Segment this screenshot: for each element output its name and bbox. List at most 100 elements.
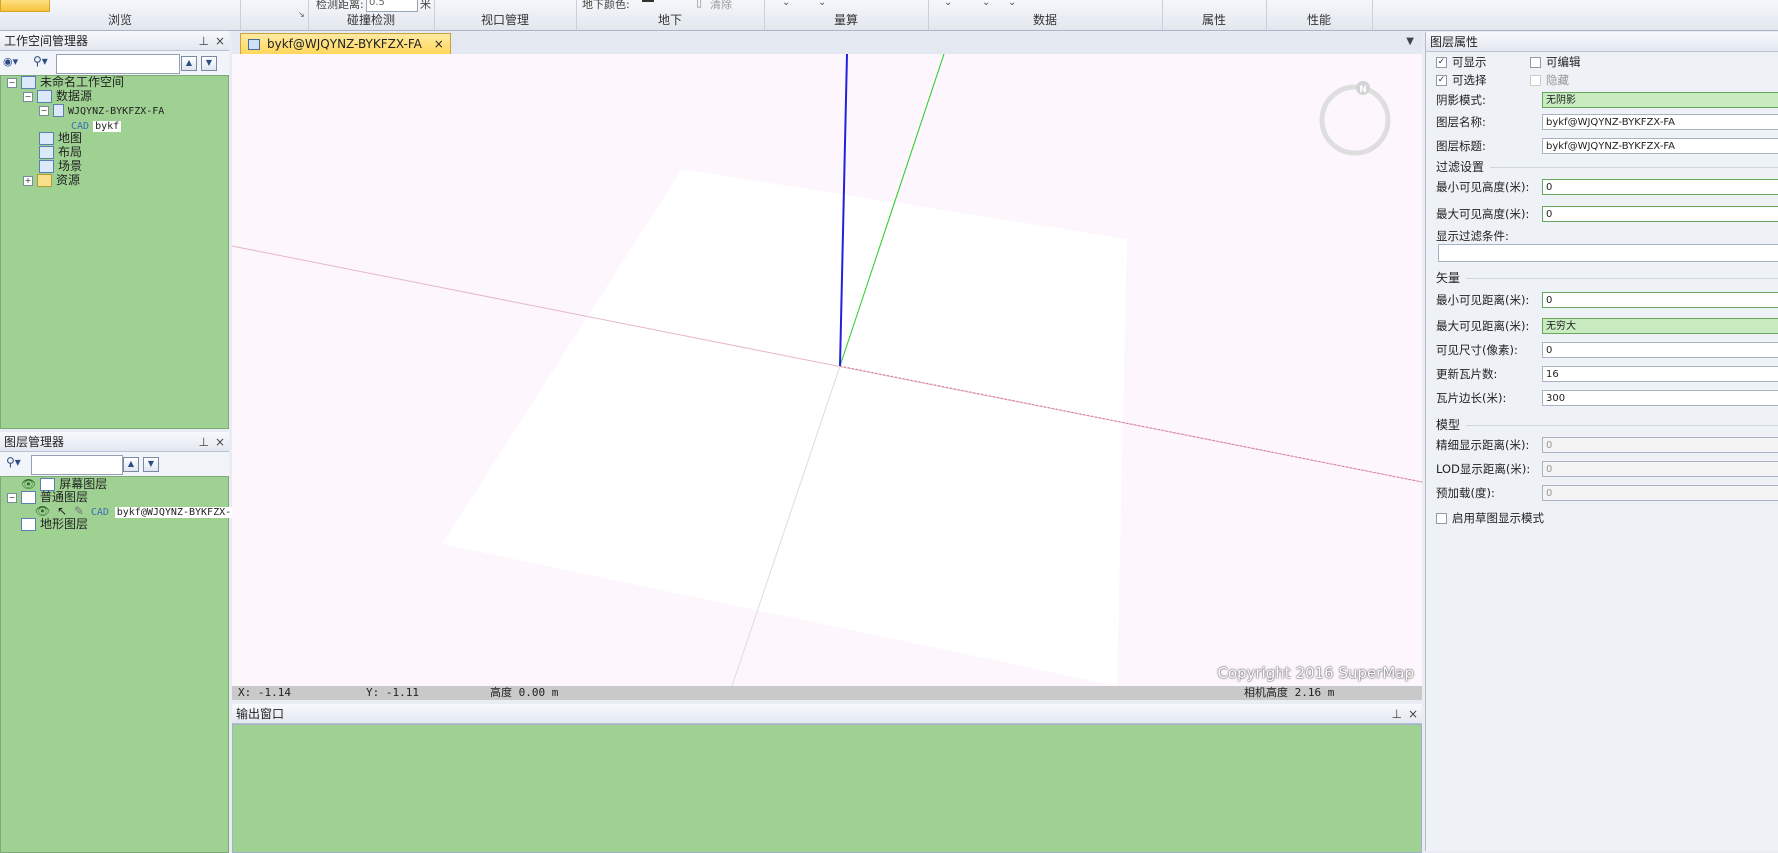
properties-panel: 图层属性 ✓ 可显示 可编辑 ✓ 可选择 隐藏 阴影模式: 无阴影 图层名称: by… (1425, 32, 1778, 851)
search-down-button[interactable]: ▼ (201, 56, 217, 71)
editable-checkbox-row[interactable]: 可编辑 (1530, 52, 1581, 72)
min-visible-distance-input[interactable]: 0 (1542, 292, 1778, 308)
tree-item-resources[interactable]: + 资源 (23, 173, 80, 188)
hidden-checkbox[interactable] (1530, 75, 1541, 86)
selectable-checkbox[interactable]: ✓ (1436, 75, 1447, 86)
workspace-search-input[interactable] (56, 54, 180, 74)
max-visible-distance-label: 最大可见距离(米): (1436, 319, 1530, 333)
layer-manager-title: 图层管理器 (4, 435, 65, 449)
search-up-button[interactable]: ▲ (123, 457, 139, 472)
expand-icon[interactable]: + (23, 175, 33, 186)
sketch-mode-checkbox[interactable] (1436, 513, 1447, 524)
chevron-down-icon[interactable]: ⌄ (782, 0, 790, 8)
layout-icon (39, 146, 54, 159)
camera-height-readout: 相机高度 2.16 m (1244, 686, 1335, 699)
sketch-mode-label: 启用草图显示模式 (1452, 511, 1544, 525)
display-filter-input[interactable] (1438, 244, 1778, 262)
tree-item-layouts[interactable]: 布局 (39, 145, 82, 160)
layer-search-input[interactable] (31, 455, 123, 475)
collapse-icon[interactable]: − (7, 77, 17, 88)
tile-side-input[interactable]: 300 (1542, 390, 1778, 406)
x-coordinate: X: -1.14 (238, 686, 291, 699)
visible-size-input[interactable]: 0 (1542, 342, 1778, 358)
min-visible-height-input[interactable]: 0 (1542, 179, 1778, 195)
properties-header: 图层属性 (1426, 32, 1778, 52)
tree-label: 普通图层 (40, 490, 89, 504)
tree-item-database[interactable]: − WJQYNZ-BYKFZX-FA (39, 103, 164, 118)
pin-icon[interactable]: ⊥ (1391, 707, 1401, 721)
scene-status-bar: X: -1.14 Y: -1.11 高度 0.00 m 相机高度 2.16 m (232, 686, 1422, 700)
vector-section-title: 矢量 (1436, 271, 1778, 285)
ribbon-group-label: 数据 (1032, 13, 1057, 27)
max-visible-distance-input[interactable]: 无穷大 (1542, 318, 1778, 334)
layer-group-normal[interactable]: − 普通图层 (7, 490, 88, 505)
search-up-button[interactable]: ▲ (181, 56, 197, 71)
layer-toolbar: ⚲▾ ▲ ▼ (0, 452, 229, 477)
view-mode-icon[interactable]: ◉▾ (3, 55, 18, 68)
search-icon[interactable]: ⚲▾ (6, 455, 21, 469)
layer-name-field[interactable]: bykf@WJQYNZ-BYKFZX-FA (1542, 114, 1778, 130)
chevron-down-icon[interactable]: ⌄ (944, 0, 952, 8)
tab-scene-document[interactable]: bykf@WJQYNZ-BYKFZX-FA × (240, 33, 451, 55)
ribbon-group-viewport: 视口管理 (434, 0, 577, 30)
layer-tree: 👁 屏幕图层 − 普通图层 👁 ↖ ✎ CAD bykf@WJQYNZ-BYKFZX… (0, 476, 250, 853)
clear-icon[interactable]: ▯ (696, 0, 702, 9)
tree-item-datasource[interactable]: − 数据源 (23, 89, 92, 104)
visible-checkbox[interactable]: ✓ (1436, 57, 1447, 68)
chevron-down-icon[interactable]: ⌄ (1008, 0, 1016, 8)
ribbon-group-spacer: ↘ (240, 0, 309, 30)
layer-group-terrain[interactable]: 地形图层 (21, 517, 88, 532)
model-section-title: 模型 (1436, 418, 1778, 432)
ribbon-group-label: 性能 (1306, 13, 1331, 27)
close-icon[interactable]: × (215, 435, 225, 449)
chevron-down-icon[interactable]: ⌄ (818, 0, 826, 8)
selectable-arrow-icon[interactable]: ↖ (57, 504, 67, 518)
scene-viewport[interactable]: N Copyright 2016 SuperMap (232, 54, 1422, 686)
shadow-mode-select[interactable]: 无阴影 (1542, 92, 1778, 108)
close-icon[interactable]: × (215, 34, 225, 48)
tree-label: 屏幕图层 (59, 477, 108, 491)
pin-icon[interactable]: ⊥ (198, 34, 208, 48)
collapse-icon[interactable]: − (7, 492, 17, 503)
selectable-checkbox-row[interactable]: ✓ 可选择 (1436, 70, 1487, 90)
eye-icon[interactable]: 👁 (35, 504, 50, 518)
close-tab-icon[interactable]: × (434, 34, 444, 55)
tree-item-maps[interactable]: 地图 (39, 131, 82, 146)
editable-pencil-icon[interactable]: ✎ (74, 504, 84, 518)
ribbon-group-label: 地下 (657, 13, 682, 27)
visible-checkbox-row[interactable]: ✓ 可显示 (1436, 52, 1487, 72)
sketch-mode-row[interactable]: 启用草图显示模式 (1436, 508, 1544, 528)
output-panel-header: 输出窗口 ⊥ × (232, 704, 1422, 724)
pin-icon[interactable]: ⊥ (198, 435, 208, 449)
visible-size-label: 可见尺寸(像素): (1436, 343, 1518, 357)
lod-display-input[interactable]: 0 (1542, 461, 1778, 477)
layer-caption-field[interactable]: bykf@WJQYNZ-BYKFZX-FA (1542, 138, 1778, 154)
editable-checkbox[interactable] (1530, 57, 1541, 68)
dialog-launcher-icon[interactable]: ↘ (298, 10, 305, 19)
tree-item-scenes[interactable]: 场景 (39, 159, 82, 174)
compass-icon[interactable]: N (1319, 81, 1391, 156)
color-picker-icon[interactable] (642, 0, 654, 2)
max-visible-height-input[interactable]: 0 (1542, 206, 1778, 222)
ribbon-group-label: 视口管理 (480, 13, 529, 27)
fine-display-input[interactable]: 0 (1542, 437, 1778, 453)
workspace-title: 工作空间管理器 (4, 34, 89, 48)
preload-input[interactable]: 0 (1542, 485, 1778, 501)
search-down-button[interactable]: ▼ (143, 457, 159, 472)
y-coordinate: Y: -1.11 (366, 686, 419, 699)
search-icon[interactable]: ⚲▾ (33, 54, 48, 68)
tab-list-dropdown-icon[interactable]: ▼ (1406, 36, 1414, 47)
ribbon-group-measure: ⌄ ⌄ 量算 (764, 0, 929, 30)
datasource-icon (37, 90, 52, 103)
height-readout: 高度 0.00 m (490, 686, 559, 699)
layer-name: bykf@WJQYNZ-BYKFZX-FA (114, 507, 250, 518)
update-tiles-input[interactable]: 16 (1542, 366, 1778, 382)
output-window[interactable] (232, 724, 1422, 853)
collapse-icon[interactable]: − (23, 91, 33, 102)
eye-icon[interactable]: 👁 (21, 477, 36, 491)
chevron-down-icon[interactable]: ⌄ (982, 0, 990, 8)
hidden-checkbox-row[interactable]: 隐藏 (1530, 70, 1569, 90)
tree-item-workspace[interactable]: − 未命名工作空间 (7, 75, 124, 90)
collapse-icon[interactable]: − (39, 105, 49, 116)
close-icon[interactable]: × (1408, 707, 1418, 721)
